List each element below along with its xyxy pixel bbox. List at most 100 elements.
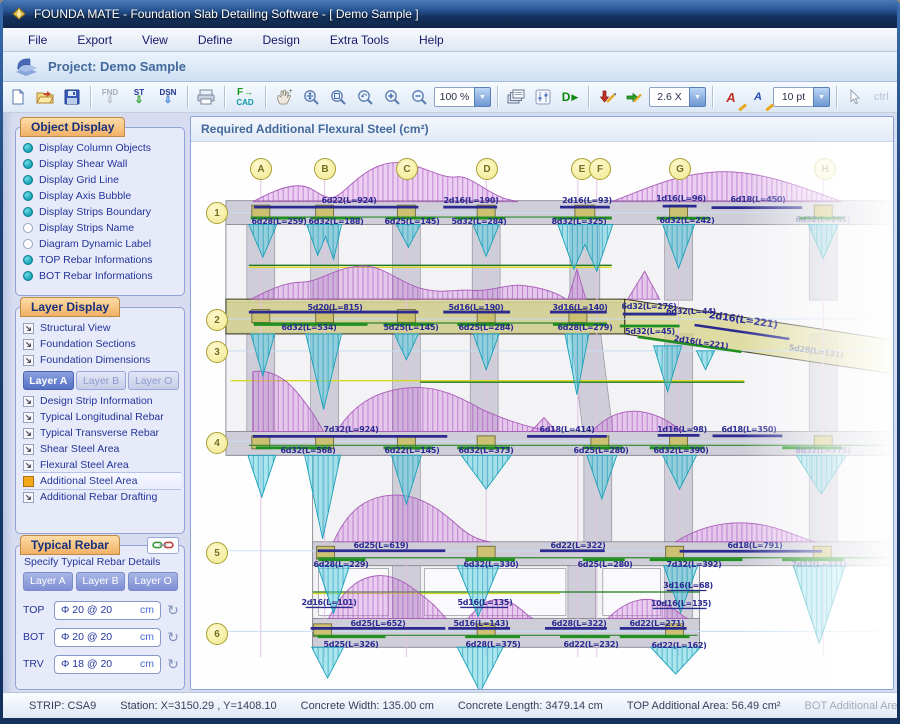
zoom-level-dropdown[interactable]: 100 %▼ xyxy=(434,87,491,107)
object-display-item[interactable]: Display Strips Boundary xyxy=(23,204,181,220)
rebar-spec-value: Φ 20 @ 20 xyxy=(61,631,112,643)
display-settings-button[interactable] xyxy=(531,85,555,110)
rebar-tab-layer-o[interactable]: Layer O xyxy=(128,572,178,591)
down-arrow-icon: ⇩ xyxy=(164,96,172,106)
typical-rebar-subtitle: Specify Typical Rebar Details xyxy=(24,556,181,568)
rebar-tab-layer-b[interactable]: Layer B xyxy=(76,572,126,591)
rebar-label: 5d32(L=45) xyxy=(625,328,675,336)
menu-item-design[interactable]: Design xyxy=(248,29,315,51)
layer-display-item[interactable]: Structural View xyxy=(23,320,181,336)
layer-icon xyxy=(23,323,34,334)
save-button[interactable] xyxy=(60,85,84,110)
layer-display-item[interactable]: Foundation Dimensions xyxy=(23,352,181,368)
toggle-circle-icon xyxy=(23,255,33,265)
rebar-tab-layer-a[interactable]: Layer A xyxy=(23,572,73,591)
menu-item-help[interactable]: Help xyxy=(404,29,459,51)
new-file-button[interactable] xyxy=(6,85,30,110)
refresh-icon[interactable]: ↻ xyxy=(165,602,181,619)
zoom-extents-button[interactable] xyxy=(299,85,323,110)
font-size-dropdown[interactable]: 10 pt▼ xyxy=(773,87,830,107)
object-display-item[interactable]: Diagram Dynamic Label xyxy=(23,236,181,252)
zoom-in-button[interactable] xyxy=(380,85,404,110)
rebar-label: 6d18(L=350) xyxy=(722,426,777,434)
dsn-run-button[interactable]: DSN⇩ xyxy=(155,85,181,110)
rebar-spec-input-top[interactable]: Φ 20 @ 20cm xyxy=(54,601,161,620)
zoom-previous-button[interactable]: ↶ xyxy=(353,85,377,110)
rebar-label: 6d18(L=450) xyxy=(731,196,786,204)
zoom-out-button[interactable] xyxy=(407,85,431,110)
object-display-item[interactable]: TOP Rebar Informations xyxy=(23,252,181,268)
layer-display-item[interactable]: Design Strip Information xyxy=(23,393,181,409)
font-edit-button[interactable]: A xyxy=(746,85,770,110)
status-bot-additional-area: BOT Additional Area: 0. xyxy=(805,700,897,712)
layer-display-item[interactable]: Typical Longitudinal Rebar xyxy=(23,409,181,425)
layer-display-item[interactable]: Shear Steel Area xyxy=(23,441,181,457)
layers-button[interactable] xyxy=(504,85,528,110)
select-cursor-icon[interactable] xyxy=(843,85,867,110)
toolbar-separator xyxy=(836,86,837,108)
toggle-circle-icon xyxy=(23,175,33,185)
rebar-label: 3d16(L=140) xyxy=(553,304,608,312)
diagram-scale-down-button[interactable] xyxy=(595,85,619,110)
layer-icon xyxy=(23,492,34,503)
toggle-circle-icon xyxy=(23,271,33,281)
print-button[interactable] xyxy=(194,85,218,110)
layer-display-item[interactable]: Typical Transverse Rebar xyxy=(23,425,181,441)
export-to-cad-button[interactable]: F→CAD xyxy=(231,85,259,110)
title-bar[interactable]: FOUNDA MATE - Foundation Slab Detailing … xyxy=(3,0,897,28)
foundation-plan-view[interactable]: ABCDEFGH123456 6d22(L=924)2d16(L=190)2d1… xyxy=(191,142,893,689)
diagram-scale-dropdown[interactable]: 2.6 X▼ xyxy=(649,87,706,107)
layer-display-item[interactable]: Additional Rebar Drafting xyxy=(23,489,181,505)
grid-bubble-3: 3 xyxy=(206,341,228,363)
object-display-item[interactable]: Display Strips Name xyxy=(23,220,181,236)
rebar-label: 6d32(L=390) xyxy=(654,447,709,455)
toggle-circle-icon xyxy=(23,191,33,201)
refresh-icon[interactable]: ↻ xyxy=(165,656,181,673)
menu-item-view[interactable]: View xyxy=(127,29,183,51)
open-project-button[interactable] xyxy=(33,85,57,110)
object-display-item[interactable]: Display Grid Line xyxy=(23,172,181,188)
layer-display-item[interactable]: Additional Steel Area xyxy=(23,473,181,489)
fnd-run-button[interactable]: FND⇩ xyxy=(97,85,123,110)
diagram-scale-edit-button[interactable] xyxy=(622,85,646,110)
svg-text:+: + xyxy=(289,89,293,95)
object-display-item[interactable]: BOT Rebar Informations xyxy=(23,268,181,284)
menu-item-file[interactable]: File xyxy=(13,29,62,51)
rebar-label: 7d32(L=924) xyxy=(324,426,379,434)
rebar-label: 6d25(L=652) xyxy=(351,620,406,628)
layer-display-items: Design Strip InformationTypical Longitud… xyxy=(23,393,181,505)
zoom-window-button[interactable] xyxy=(326,85,350,110)
menu-bar: FileExportViewDefineDesignExtra ToolsHel… xyxy=(3,28,897,52)
menu-item-export[interactable]: Export xyxy=(62,29,127,51)
menu-item-define[interactable]: Define xyxy=(183,29,248,51)
layer-icon xyxy=(23,339,34,350)
layer-display-item[interactable]: Foundation Sections xyxy=(23,336,181,352)
rebar-label: 6d32(L=281) xyxy=(796,216,851,224)
object-display-item[interactable]: Display Column Objects xyxy=(23,140,181,156)
grid-bubble-f: F xyxy=(589,158,611,180)
toolbar-separator xyxy=(712,86,713,108)
rebar-label: 6d28(L=259) xyxy=(252,218,307,226)
object-display-item[interactable]: Display Shear Wall xyxy=(23,156,181,172)
main-area: Object Display Display Column ObjectsDis… xyxy=(3,113,897,692)
rebar-label: 6d25(L=284) xyxy=(459,324,514,332)
rebar-label: 5d16(L=143) xyxy=(454,620,509,628)
application-window: FOUNDA MATE - Foundation Slab Detailing … xyxy=(0,0,900,724)
layer-display-item[interactable]: Flexural Steel Area xyxy=(23,457,181,473)
object-display-item[interactable]: Display Axis Bubble xyxy=(23,188,181,204)
tab-layer-b[interactable]: Layer B xyxy=(76,371,127,390)
run-diagram-button[interactable]: D▶ xyxy=(558,85,582,110)
pan-tool-button[interactable]: + xyxy=(272,85,296,110)
rebar-spec-input-bot[interactable]: Φ 20 @ 20cm xyxy=(54,628,161,647)
menu-item-extra-tools[interactable]: Extra Tools xyxy=(315,29,404,51)
tab-layer-o[interactable]: Layer O xyxy=(128,371,179,390)
tab-layer-a[interactable]: Layer A xyxy=(23,371,74,390)
font-style-button[interactable]: A xyxy=(719,85,743,110)
toggle-circle-icon xyxy=(23,239,33,249)
typical-rebar-row: BOTΦ 20 @ 20cm↻ xyxy=(23,624,181,651)
rebar-spec-unit: cm xyxy=(140,604,154,616)
refresh-icon[interactable]: ↻ xyxy=(165,629,181,646)
st-run-button[interactable]: ST⇩ xyxy=(126,85,152,110)
rebar-spec-input-trv[interactable]: Φ 18 @ 20cm xyxy=(54,655,161,674)
link-layers-button[interactable] xyxy=(147,537,179,554)
